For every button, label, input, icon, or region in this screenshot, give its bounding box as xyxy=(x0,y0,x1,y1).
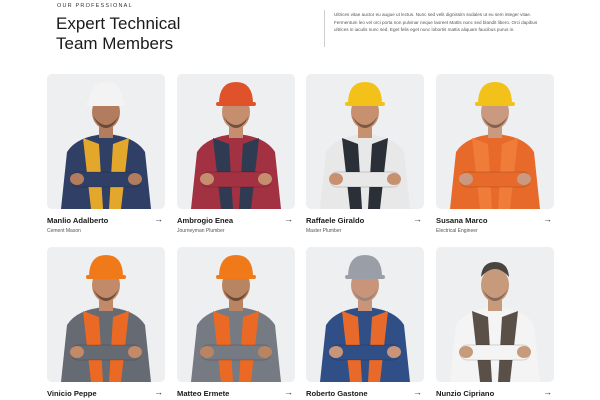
hard-hat-brim xyxy=(475,102,515,106)
member-photo[interactable] xyxy=(177,247,295,382)
hard-hat-brim xyxy=(345,102,385,106)
member-role: Journeyman Plumber xyxy=(177,228,225,234)
head xyxy=(481,268,509,302)
hand xyxy=(329,173,343,185)
member-photo[interactable] xyxy=(47,247,165,382)
hard-hat-brim xyxy=(216,275,256,279)
hand xyxy=(200,346,214,358)
hard-hat xyxy=(219,82,253,104)
hard-hat xyxy=(219,255,253,277)
member-role: Cement Mason xyxy=(47,228,81,234)
team-card[interactable]: Matteo Ermete → xyxy=(177,247,295,398)
hand xyxy=(70,346,84,358)
hand xyxy=(329,346,343,358)
hard-hat-brim xyxy=(216,102,256,106)
arrow-icon[interactable]: → xyxy=(284,214,293,224)
hard-hat xyxy=(89,82,123,104)
hard-hat-brim xyxy=(86,102,126,106)
team-card[interactable]: Susana Marco → Electrical Engineer xyxy=(436,74,554,234)
member-name[interactable]: Raffaele Giraldo xyxy=(306,216,364,225)
team-card[interactable]: Nunzio Cipriano → xyxy=(436,247,554,398)
hard-hat xyxy=(348,255,382,277)
hand xyxy=(258,346,272,358)
arrow-icon[interactable]: → xyxy=(413,214,422,224)
member-photo[interactable] xyxy=(177,74,295,209)
member-name[interactable]: Matteo Ermete xyxy=(177,389,229,398)
worker-illustration xyxy=(320,82,410,209)
section-title: Expert Technical Team Members xyxy=(56,14,256,54)
hand xyxy=(128,173,142,185)
team-grid: Manlio Adalberto → Cement Mason Ambrogio… xyxy=(47,74,554,400)
hard-hat xyxy=(348,82,382,104)
hard-hat xyxy=(478,82,512,104)
member-name[interactable]: Roberto Gastone xyxy=(306,389,368,398)
member-photo[interactable] xyxy=(306,74,424,209)
hand xyxy=(517,173,531,185)
arrow-icon[interactable]: → xyxy=(543,214,552,224)
member-name[interactable]: Susana Marco xyxy=(436,216,488,225)
hand xyxy=(387,173,401,185)
hard-hat xyxy=(89,255,123,277)
arrow-icon[interactable]: → xyxy=(154,214,163,224)
worker-illustration xyxy=(61,255,151,382)
intro-text: Ultrices vitae auctor eu augue ut lectus… xyxy=(334,12,538,33)
team-card[interactable]: Manlio Adalberto → Cement Mason xyxy=(47,74,165,234)
title-line-2: Team Members xyxy=(56,34,174,53)
team-card[interactable]: Vinicio Peppe → xyxy=(47,247,165,398)
title-line-1: Expert Technical xyxy=(56,14,181,33)
worker-illustration xyxy=(450,262,540,382)
hand xyxy=(459,346,473,358)
hand xyxy=(517,346,531,358)
worker-illustration xyxy=(191,255,281,382)
team-card[interactable]: Roberto Gastone → xyxy=(306,247,424,398)
team-card[interactable]: Raffaele Giraldo → Master Plumber xyxy=(306,74,424,234)
member-name[interactable]: Vinicio Peppe xyxy=(47,389,97,398)
arrow-icon[interactable]: → xyxy=(413,387,422,397)
arrow-icon[interactable]: → xyxy=(284,387,293,397)
section-eyebrow: OUR PROFESSIONAL xyxy=(57,3,133,9)
hand xyxy=(200,173,214,185)
hard-hat-brim xyxy=(86,275,126,279)
arrow-icon[interactable]: → xyxy=(543,387,552,397)
member-name[interactable]: Ambrogio Enea xyxy=(177,216,233,225)
member-role: Master Plumber xyxy=(306,228,342,234)
worker-illustration xyxy=(320,255,410,382)
member-photo[interactable] xyxy=(47,74,165,209)
arrow-icon[interactable]: → xyxy=(154,387,163,397)
member-photo[interactable] xyxy=(306,247,424,382)
member-role: Electrical Engineer xyxy=(436,228,478,234)
member-photo[interactable] xyxy=(436,74,554,209)
worker-illustration xyxy=(61,82,151,209)
team-card[interactable]: Ambrogio Enea → Journeyman Plumber xyxy=(177,74,295,234)
header-divider xyxy=(324,10,325,47)
worker-illustration xyxy=(450,82,540,209)
member-name[interactable]: Manlio Adalberto xyxy=(47,216,108,225)
hard-hat-brim xyxy=(345,275,385,279)
worker-illustration xyxy=(191,82,281,209)
member-name[interactable]: Nunzio Cipriano xyxy=(436,389,494,398)
hand xyxy=(387,346,401,358)
hand xyxy=(70,173,84,185)
hand xyxy=(128,346,142,358)
hand xyxy=(258,173,272,185)
hand xyxy=(459,173,473,185)
member-photo[interactable] xyxy=(436,247,554,382)
